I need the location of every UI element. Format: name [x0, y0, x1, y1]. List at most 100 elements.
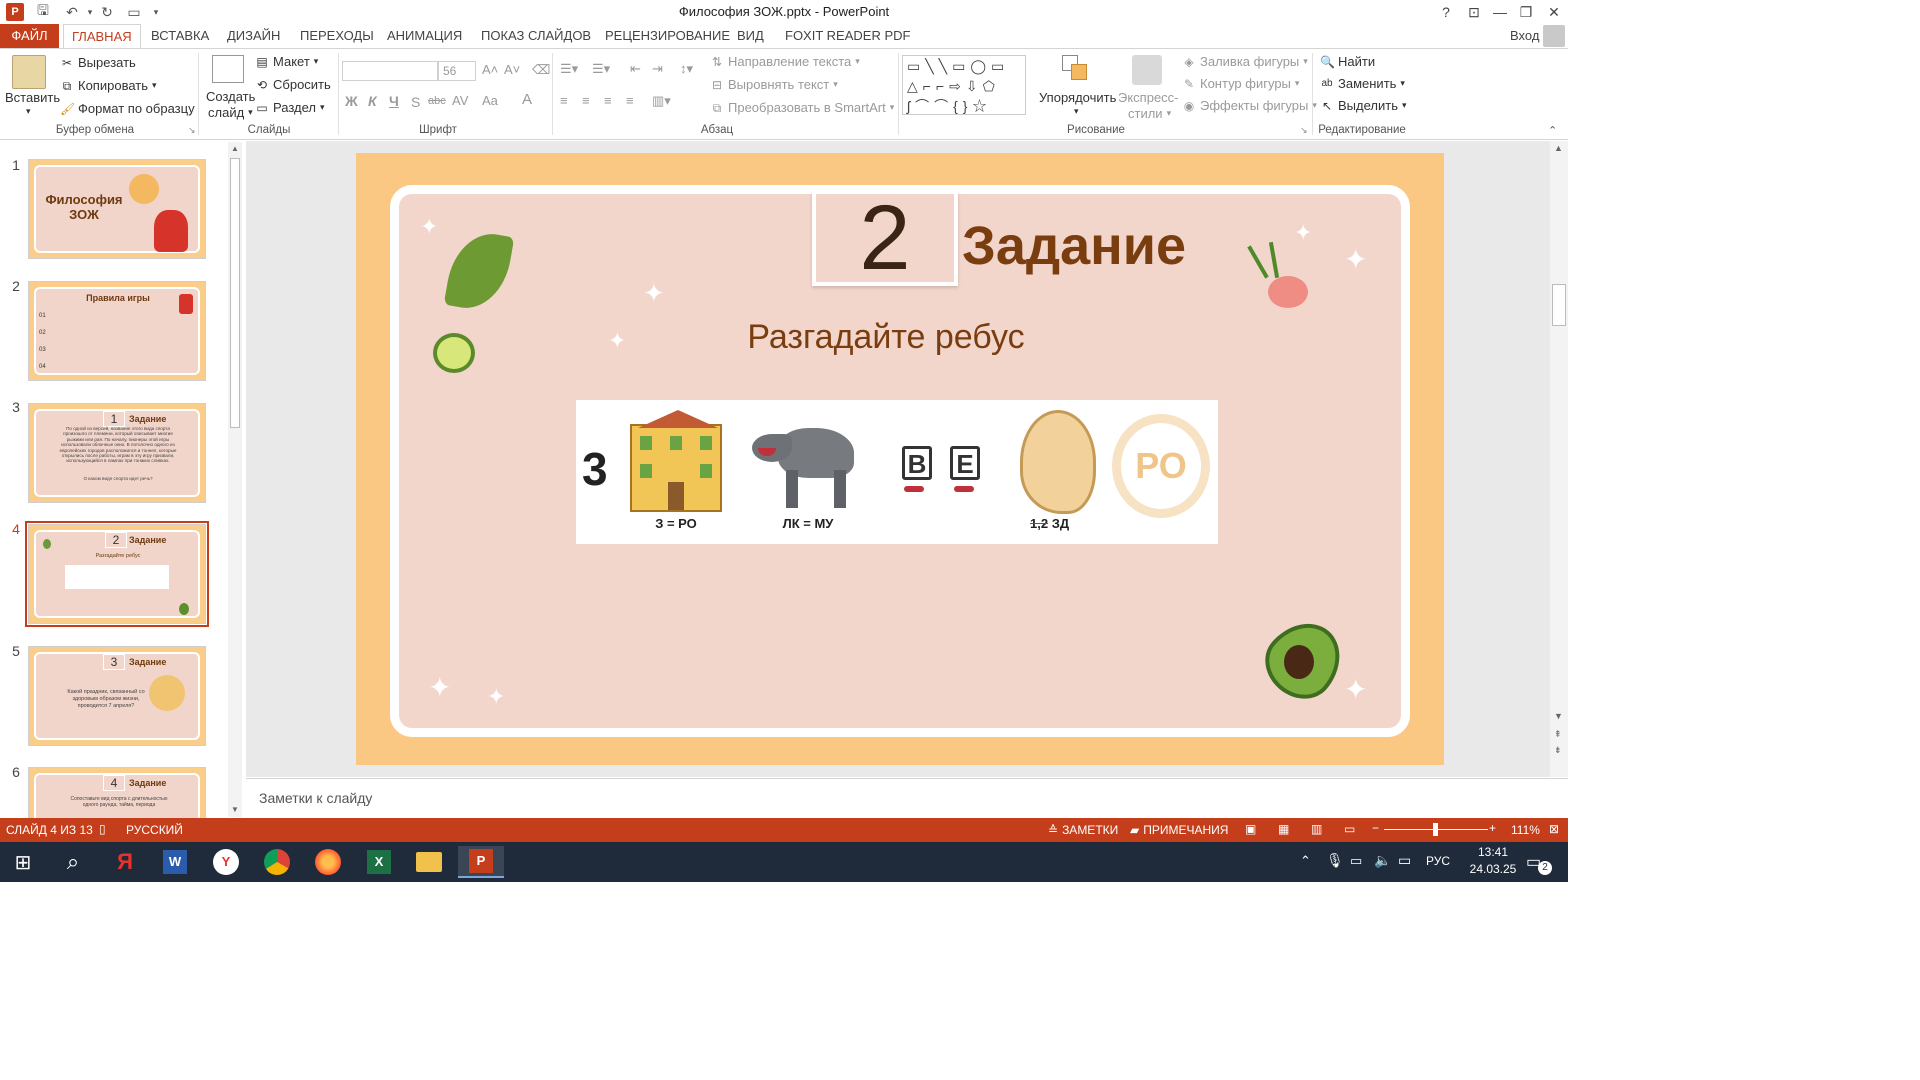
- powerpoint-taskbar-icon[interactable]: P: [458, 846, 504, 878]
- align-left-icon[interactable]: ≡: [560, 93, 568, 108]
- align-center-icon[interactable]: ≡: [582, 93, 590, 108]
- network-icon[interactable]: ▭: [1398, 852, 1411, 869]
- file-explorer-icon[interactable]: [410, 846, 448, 878]
- tab-insert[interactable]: ВСТАВКА: [143, 24, 217, 48]
- slideshow-view-icon[interactable]: ▭: [1344, 822, 1355, 836]
- paste-dropdown-icon[interactable]: ▾: [26, 106, 31, 117]
- clock-time[interactable]: 13:41: [1468, 845, 1518, 859]
- tab-file[interactable]: ФАЙЛ: [0, 24, 59, 48]
- collapse-ribbon-icon[interactable]: ⌃: [1548, 124, 1557, 137]
- close-icon[interactable]: ✕: [1540, 0, 1568, 24]
- tab-view[interactable]: ВИД: [729, 24, 772, 48]
- tab-review[interactable]: РЕЦЕНЗИРОВАНИЕ: [597, 24, 738, 48]
- search-icon[interactable]: ⌕: [54, 846, 92, 878]
- slide-thumbnail-3[interactable]: 1 Задание По одной из версий, название э…: [28, 403, 206, 503]
- minimize-icon[interactable]: —: [1486, 0, 1514, 24]
- reset-button[interactable]: ⟲ Сбросить: [255, 77, 331, 92]
- ribbon-display-options-icon[interactable]: ⊡: [1460, 0, 1488, 24]
- tab-transitions[interactable]: ПЕРЕХОДЫ: [292, 24, 382, 48]
- bold-button[interactable]: Ж: [345, 93, 358, 109]
- numbering-icon[interactable]: ☰▾: [592, 61, 610, 77]
- shadow-icon[interactable]: S: [411, 94, 420, 110]
- reading-view-icon[interactable]: ▥: [1311, 822, 1322, 836]
- shapes-gallery[interactable]: ▭╲╲▭◯▭ △⌐⌐⇨⇩⬠ ʃ⌒⌒{}☆: [902, 55, 1026, 115]
- language-indicator[interactable]: РУССКИЙ: [126, 823, 183, 837]
- font-size-input[interactable]: 56: [438, 61, 476, 81]
- slide-thumbnail-5[interactable]: 3 Задание Какой праздник, связанный со з…: [28, 646, 206, 746]
- slide-thumbnail-4[interactable]: 2 Задание Разгадайте ребус: [25, 521, 209, 627]
- word-icon[interactable]: W: [156, 846, 194, 878]
- new-slide-icon[interactable]: [212, 55, 244, 83]
- scroll-down-icon[interactable]: ▼: [1554, 711, 1563, 721]
- scroll-thumb[interactable]: [1552, 284, 1566, 326]
- smartart-button[interactable]: ⧉ Преобразовать в SmartArt ▾: [710, 100, 895, 115]
- battery-icon[interactable]: ▭: [1350, 853, 1362, 869]
- tab-animations[interactable]: АНИМАЦИЯ: [379, 24, 470, 48]
- notes-pane[interactable]: Заметки к слайду: [246, 778, 1568, 818]
- scroll-thumb[interactable]: [230, 158, 240, 428]
- input-language[interactable]: РУС: [1426, 854, 1450, 868]
- align-text-button[interactable]: ⊟ Выровнять текст ▾: [710, 77, 838, 92]
- strikethrough-button[interactable]: abc: [428, 95, 446, 107]
- quick-styles-label-2[interactable]: стили ▾: [1128, 106, 1171, 121]
- new-slide-label-1[interactable]: Создать: [206, 89, 255, 104]
- zoom-slider-thumb[interactable]: [1433, 823, 1438, 836]
- help-icon[interactable]: ?: [1432, 0, 1460, 24]
- firefox-icon[interactable]: [309, 846, 347, 878]
- dialog-launcher-icon[interactable]: ↘: [1300, 125, 1308, 136]
- rebus-image[interactable]: 3 З = РО ЛК = МУ В Е 1,2 ЗД РО: [576, 400, 1218, 544]
- layout-button[interactable]: ▤ Макет ▾: [255, 54, 318, 69]
- paste-button[interactable]: Вставить: [5, 90, 60, 105]
- font-name-input[interactable]: [342, 61, 438, 81]
- slide-scrollbar[interactable]: ▲ ▼ ⇞ ⇟: [1550, 141, 1568, 777]
- line-spacing-icon[interactable]: ↕▾: [680, 61, 693, 77]
- chrome-icon[interactable]: [258, 846, 296, 878]
- columns-icon[interactable]: ▥▾: [652, 93, 671, 109]
- slide-subtitle[interactable]: Разгадайте ребус: [356, 318, 1416, 357]
- find-button[interactable]: 🔍 Найти: [1320, 54, 1375, 69]
- slide-counter[interactable]: СЛАЙД 4 ИЗ 13: [6, 823, 93, 837]
- char-spacing-button[interactable]: AV: [452, 93, 468, 108]
- tab-foxit[interactable]: FOXIT READER PDF: [777, 24, 918, 48]
- notes-toggle[interactable]: ≙ ЗАМЕТКИ: [1048, 823, 1118, 837]
- justify-icon[interactable]: ≡: [626, 93, 634, 108]
- slide-sorter-icon[interactable]: ▦: [1278, 822, 1289, 836]
- scroll-down-icon[interactable]: ▼: [231, 805, 239, 814]
- change-case-button[interactable]: Aa: [482, 93, 498, 108]
- yandex-icon[interactable]: Я: [106, 846, 144, 878]
- volume-icon[interactable]: 🔈: [1374, 852, 1391, 869]
- shrink-font-icon[interactable]: A˅: [504, 62, 520, 77]
- comments-toggle[interactable]: ▰ ПРИМЕЧАНИЯ: [1130, 823, 1228, 837]
- windows-start-icon[interactable]: ⊞: [4, 846, 42, 878]
- chevron-up-icon[interactable]: ⌃: [1300, 853, 1311, 869]
- zoom-level[interactable]: 111%: [1511, 823, 1540, 837]
- fit-to-window-icon[interactable]: ⊠: [1549, 822, 1559, 836]
- font-color-button[interactable]: A: [522, 91, 532, 108]
- cut-button[interactable]: ✂ Вырезать: [60, 55, 136, 70]
- microphone-icon[interactable]: 🎙: [1326, 852, 1344, 869]
- tab-home[interactable]: ГЛАВНАЯ: [63, 24, 141, 49]
- slide-thumbnail-6[interactable]: 4 Задание Сопоставьте вид спорта с длите…: [28, 767, 206, 819]
- arrange-button[interactable]: Упорядочить: [1039, 90, 1116, 105]
- restore-icon[interactable]: ❐: [1512, 0, 1540, 24]
- zoom-out-icon[interactable]: −: [1372, 821, 1379, 835]
- increase-indent-icon[interactable]: ⇥: [652, 61, 663, 77]
- previous-slide-icon[interactable]: ⇞: [1554, 729, 1562, 740]
- format-painter-button[interactable]: 🖌 Формат по образцу: [60, 101, 195, 116]
- copy-button[interactable]: ⧉ Копировать ▾: [60, 78, 157, 93]
- arrange-dropdown-icon[interactable]: ▾: [1074, 106, 1079, 117]
- arrange-icon[interactable]: [1062, 55, 1090, 83]
- replace-button[interactable]: ab Заменить ▾: [1320, 76, 1405, 91]
- clear-format-icon[interactable]: ⌫: [532, 62, 550, 78]
- align-right-icon[interactable]: ≡: [604, 93, 612, 108]
- italic-button[interactable]: К: [368, 93, 377, 109]
- slide-thumbnail-1[interactable]: Философия ЗОЖ: [28, 159, 206, 259]
- grow-font-icon[interactable]: A˄: [482, 62, 498, 77]
- underline-button[interactable]: Ч: [389, 93, 399, 109]
- task-number-box[interactable]: 2: [812, 190, 958, 286]
- bullets-icon[interactable]: ☰▾: [560, 61, 578, 77]
- excel-icon[interactable]: X: [360, 846, 398, 878]
- shape-outline-button[interactable]: ✎ Контур фигуры ▾: [1182, 76, 1299, 91]
- quick-styles-label-1[interactable]: Экспресс-: [1118, 90, 1179, 105]
- clock-date[interactable]: 24.03.25: [1464, 862, 1522, 876]
